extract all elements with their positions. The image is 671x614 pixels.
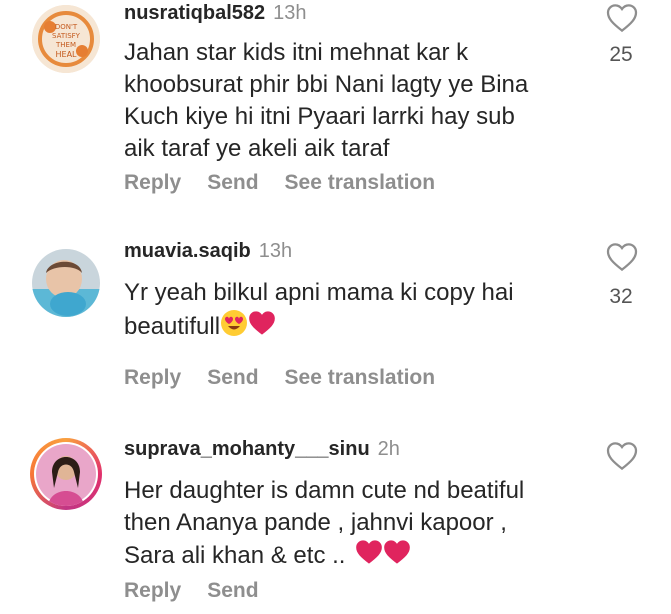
comment-actions: Reply Send xyxy=(124,579,285,603)
comment-line: Sara ali khan & etc .. xyxy=(124,539,594,574)
like-heart-icon[interactable] xyxy=(606,242,638,272)
avatar[interactable] xyxy=(32,249,100,317)
avatar xyxy=(34,442,98,506)
reply-button[interactable]: Reply xyxy=(124,366,181,389)
avatar-text: DON'T xyxy=(55,23,78,31)
avatar-story-ring[interactable] xyxy=(30,438,102,510)
timestamp: 13h xyxy=(273,2,307,24)
username-text[interactable]: nusratiqbal582 xyxy=(124,2,265,24)
comment-line: khoobsurat phir bbi Nani lagty ye Bina xyxy=(124,71,529,98)
avatar-text: THEM xyxy=(55,41,76,49)
username-text[interactable]: muavia.saqib xyxy=(124,240,251,262)
comment-line-text: beautifull xyxy=(124,312,221,340)
comment-line: Jahan star kids itni mehnat kar k xyxy=(124,39,469,66)
comment-actions: Reply Send See translation xyxy=(124,171,461,195)
red-heart-emoji xyxy=(355,539,383,574)
avatar[interactable]: DON'T SATISFY THEM HEAL xyxy=(32,5,100,73)
like-heart-icon[interactable] xyxy=(606,441,638,471)
reply-button[interactable]: Reply xyxy=(124,579,181,602)
comment-line: aik taraf ye akeli aik taraf xyxy=(124,135,390,162)
see-translation-button[interactable]: See translation xyxy=(285,171,436,194)
avatar-text: SATISFY xyxy=(52,32,81,40)
reply-button[interactable]: Reply xyxy=(124,171,181,194)
comment-line: beautifull xyxy=(124,309,594,346)
see-translation-button[interactable]: See translation xyxy=(285,366,436,389)
avatar-text: HEAL xyxy=(56,50,78,59)
like-heart-icon[interactable] xyxy=(606,3,638,33)
comment-line: then Ananya pande , jahnvi kapoor , xyxy=(124,509,507,536)
send-button[interactable]: Send xyxy=(207,366,258,389)
send-button[interactable]: Send xyxy=(207,579,258,602)
comment-line: Her daughter is damn cute nd beatiful xyxy=(124,477,525,504)
like-count: 25 xyxy=(609,43,633,66)
red-heart-emoji xyxy=(248,310,276,345)
comment-line-text: Sara ali khan & etc .. xyxy=(124,541,346,569)
comment-text: Jahan star kids itni mehnat kar k khoobs… xyxy=(124,37,594,165)
username-text[interactable]: suprava_mohanty___sinu xyxy=(124,438,370,460)
send-button[interactable]: Send xyxy=(207,171,258,194)
username[interactable]: nusratiqbal582 13h xyxy=(124,2,307,25)
username[interactable]: muavia.saqib 13h xyxy=(124,240,292,263)
username[interactable]: suprava_mohanty___sinu 2h xyxy=(124,438,400,461)
like-count: 32 xyxy=(609,285,633,308)
timestamp: 2h xyxy=(377,438,400,460)
timestamp: 13h xyxy=(258,240,293,262)
heart-eyes-emoji xyxy=(220,309,248,346)
red-heart-emoji xyxy=(383,539,411,574)
comment-line: Kuch kiye hi itni Pyaari larrki hay sub xyxy=(124,103,515,130)
comment-text: Yr yeah bilkul apni mama ki copy hai bea… xyxy=(124,277,594,346)
comment-actions: Reply Send See translation xyxy=(124,366,461,390)
comment-line: Yr yeah bilkul apni mama ki copy hai xyxy=(124,279,514,306)
comment-text: Her daughter is damn cute nd beatiful th… xyxy=(124,475,594,574)
